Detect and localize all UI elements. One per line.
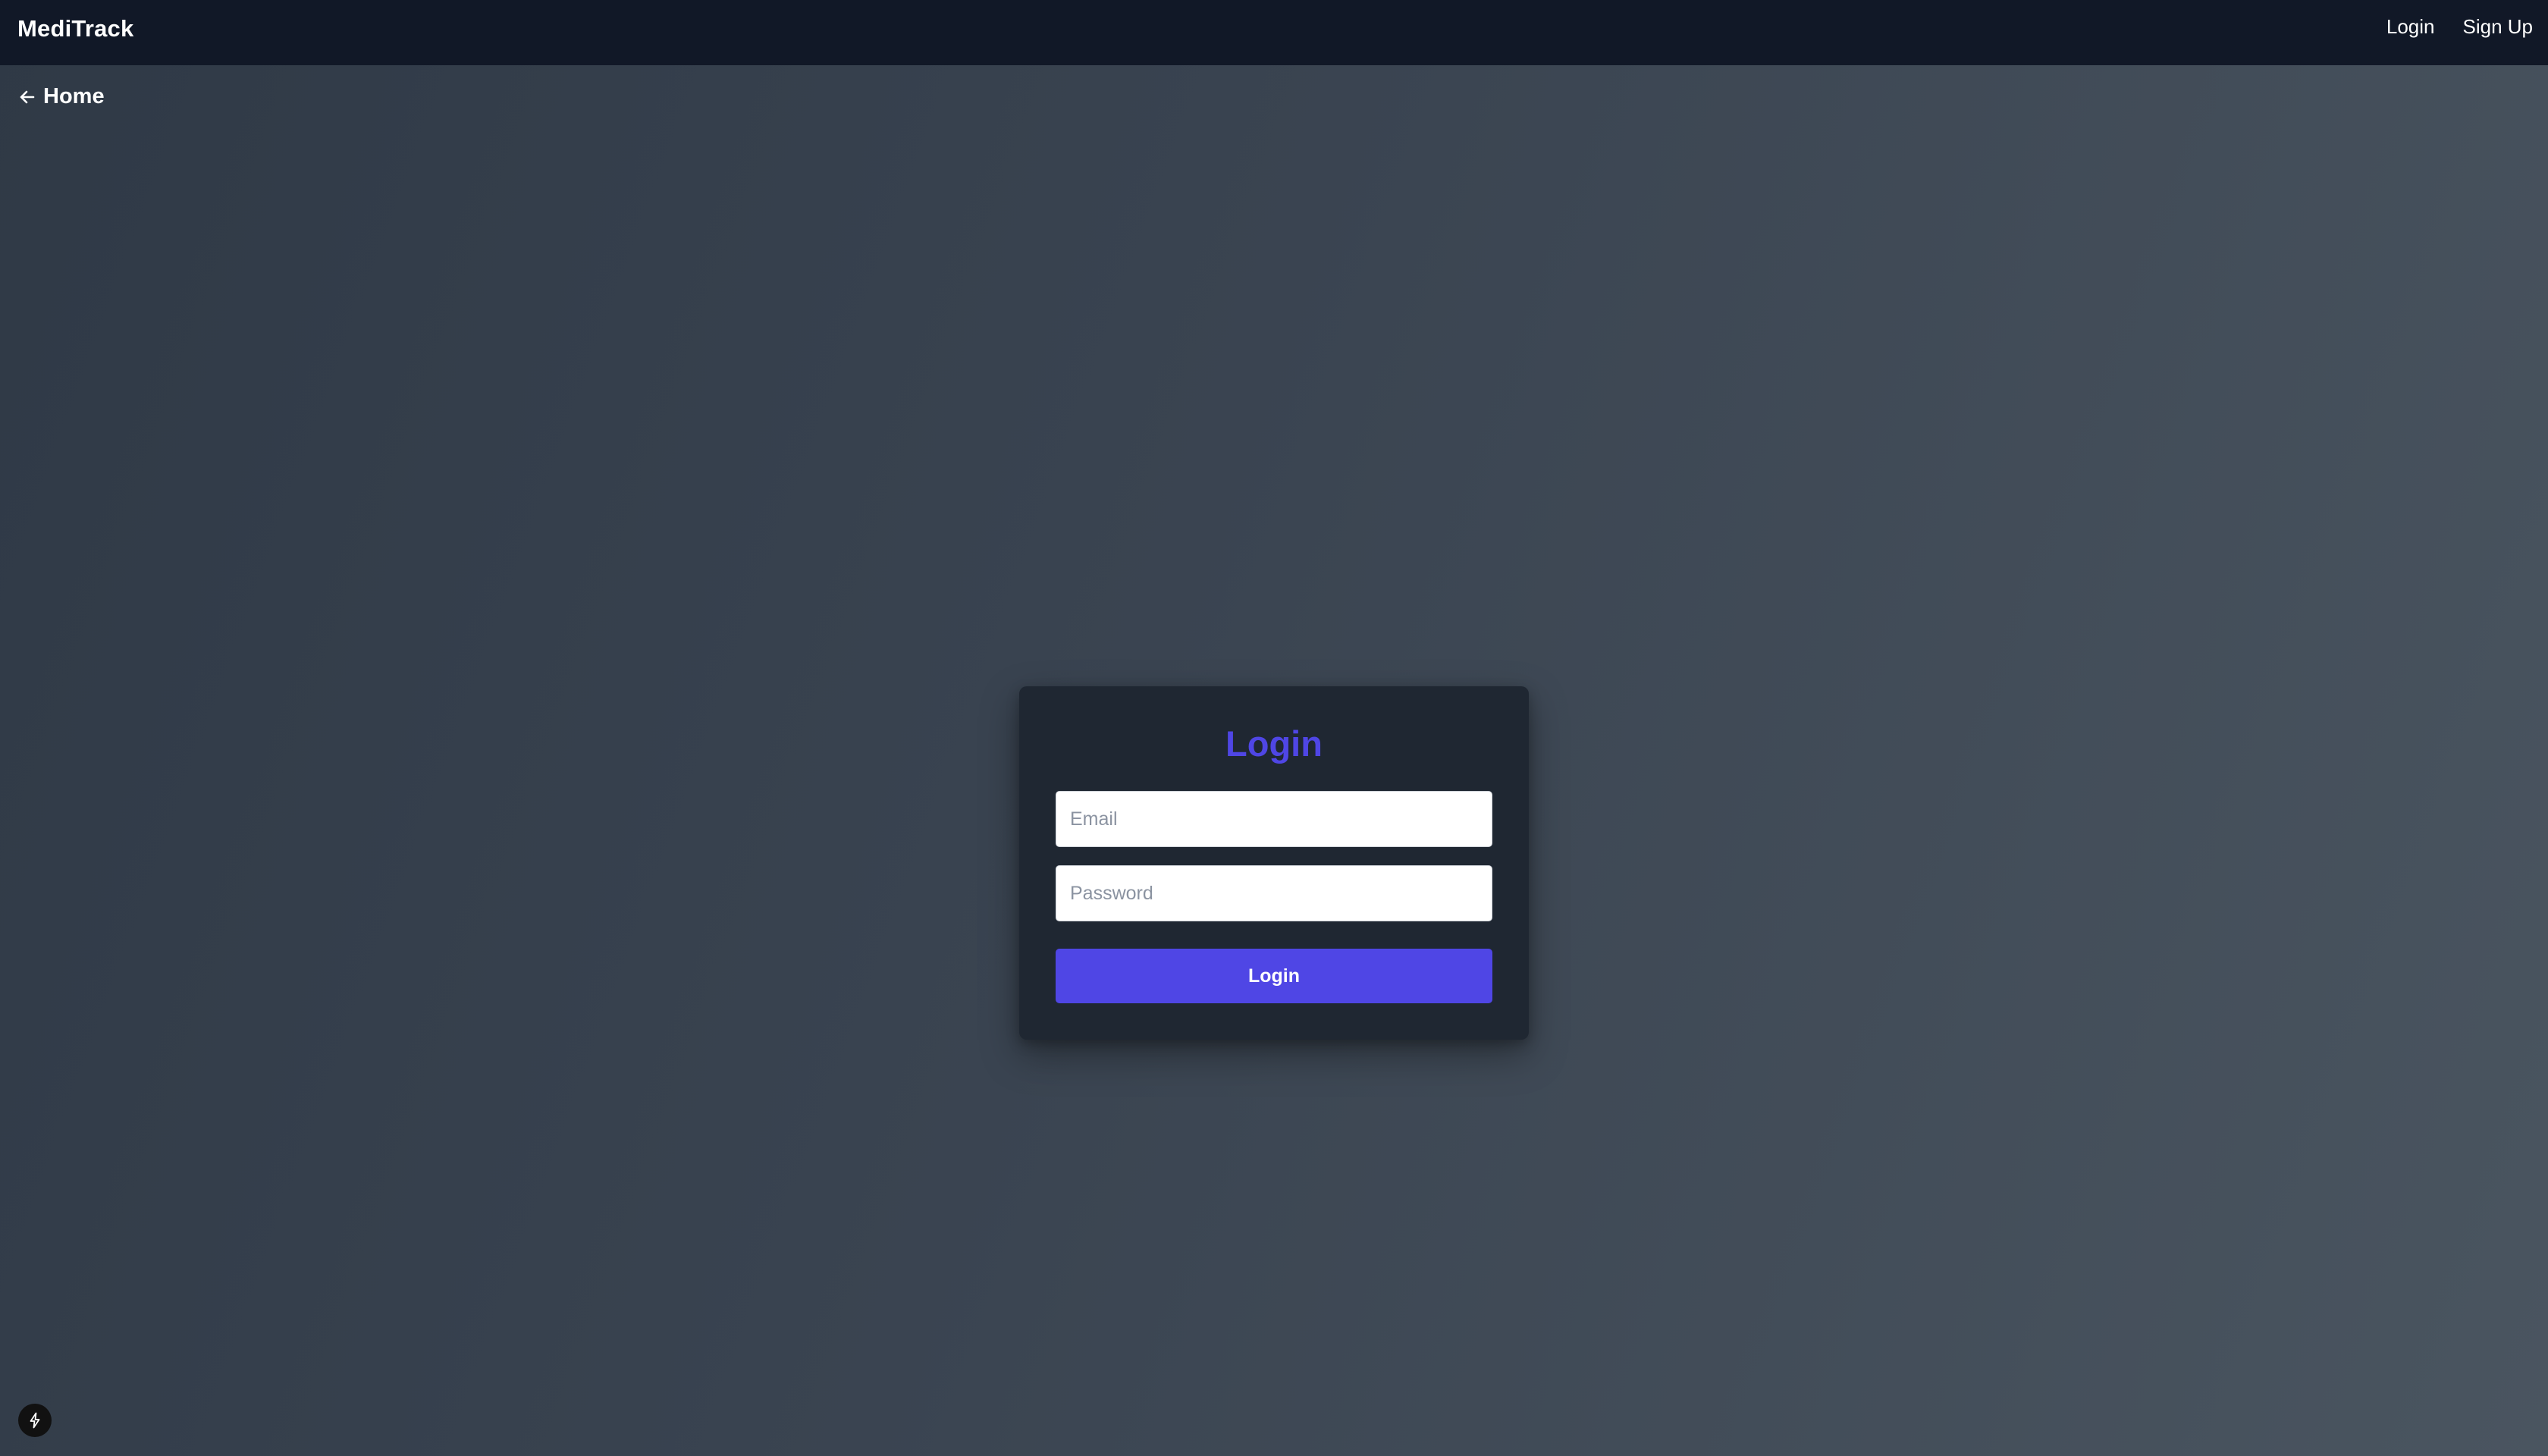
login-card: Login Login (1019, 686, 1529, 1040)
dev-tools-badge[interactable] (18, 1404, 52, 1437)
login-title: Login (1225, 723, 1323, 764)
login-submit-button[interactable]: Login (1056, 949, 1492, 1003)
nav-login-link[interactable]: Login (2386, 15, 2435, 39)
arrow-left-icon (18, 88, 36, 106)
back-home-label: Home (43, 84, 105, 108)
top-nav-links: Login Sign Up (2386, 15, 2533, 39)
email-input[interactable] (1056, 791, 1492, 847)
nav-signup-link[interactable]: Sign Up (2463, 15, 2534, 39)
top-nav-bar: MediTrack Login Sign Up (0, 0, 2548, 65)
brand-logo[interactable]: MediTrack (17, 15, 133, 42)
lightning-bolt-icon (26, 1411, 44, 1429)
password-input[interactable] (1056, 865, 1492, 921)
back-home-link[interactable]: Home (18, 84, 105, 109)
